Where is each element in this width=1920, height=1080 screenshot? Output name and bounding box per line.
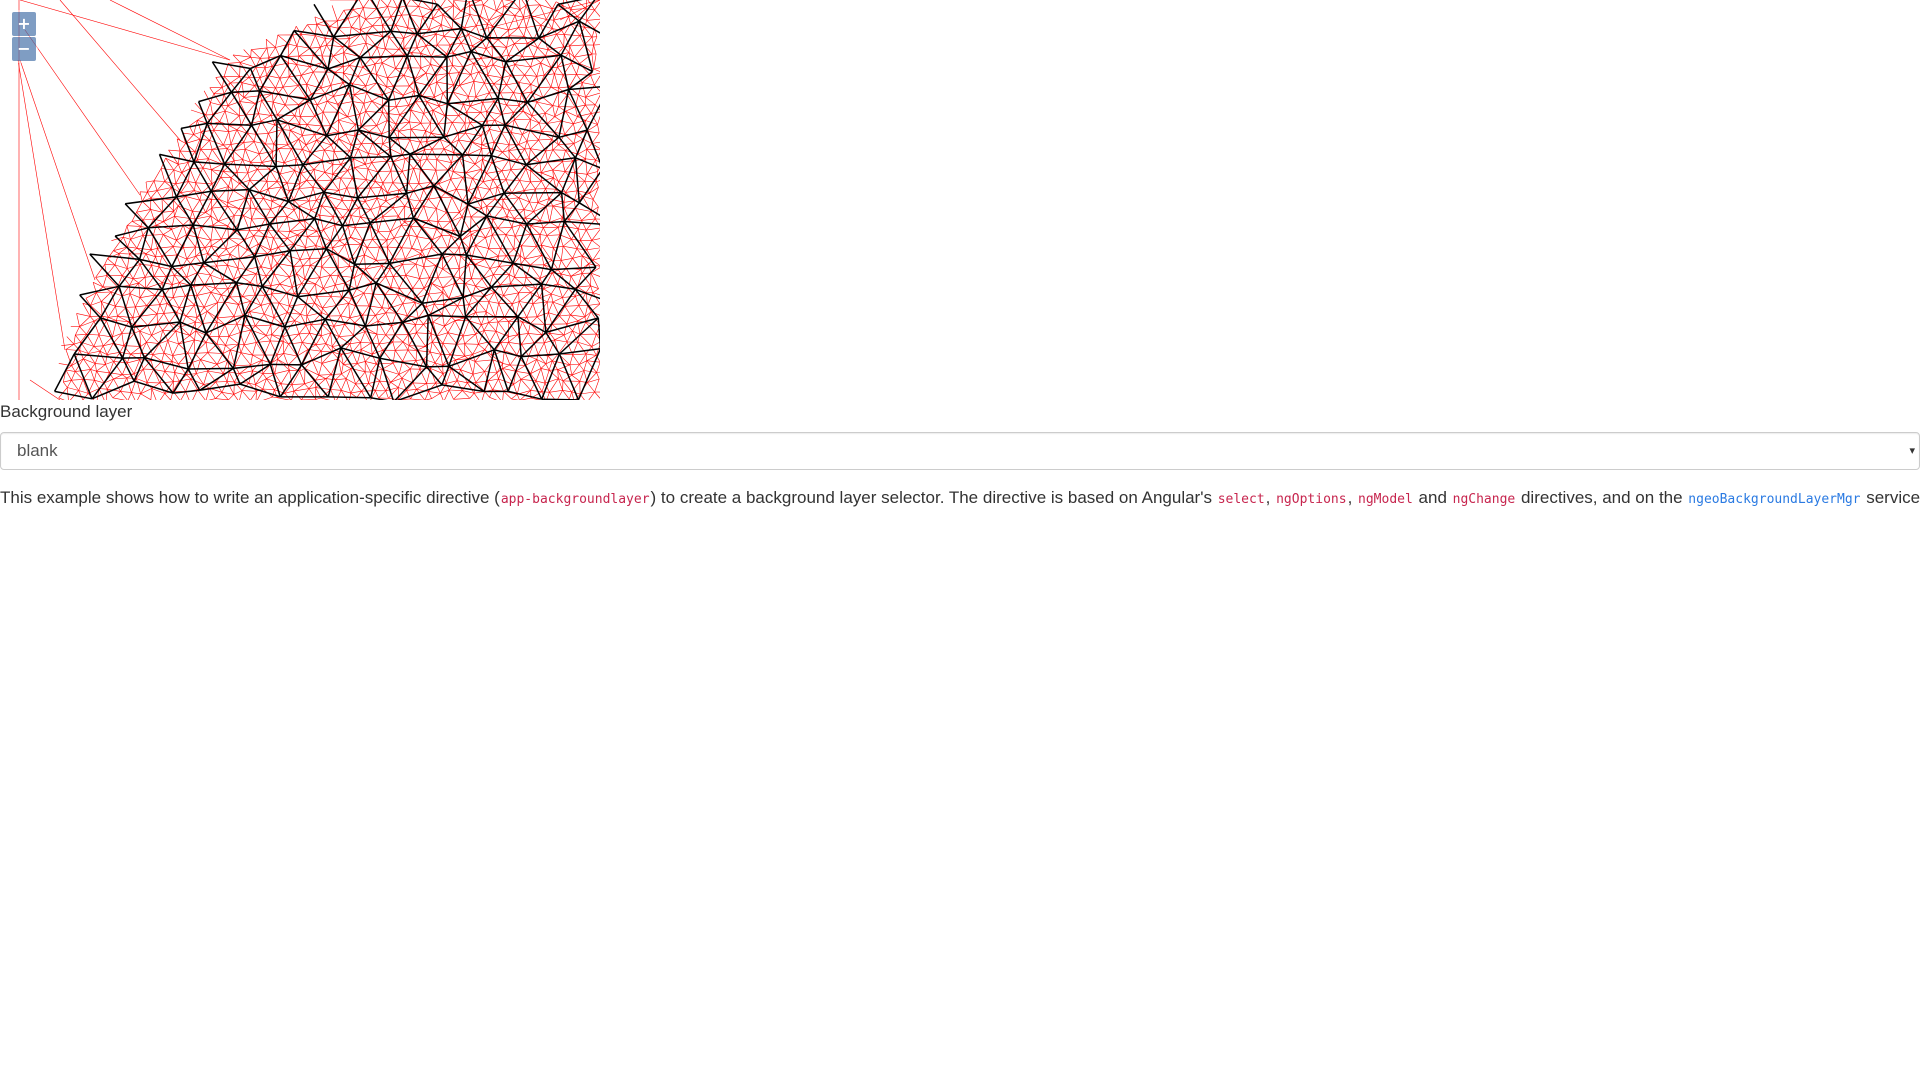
description-paragraph: This example shows how to write an appli… <box>0 486 1920 512</box>
triangulated-network-layer <box>17 0 600 400</box>
fine-mesh-lines <box>17 0 600 400</box>
desc-text: service. <box>1861 488 1920 507</box>
zoom-in-button[interactable]: + <box>12 12 36 36</box>
desc-text: and <box>1413 488 1452 507</box>
desc-text: This example shows how to write an appli… <box>0 488 500 507</box>
code-app-backgroundlayer: app-backgroundlayer <box>500 492 650 507</box>
caret-down-icon: ▾ <box>1909 445 1915 457</box>
desc-text: , <box>1265 488 1276 507</box>
desc-text: directives, and on the <box>1516 488 1688 507</box>
code-ngmodel: ngModel <box>1358 492 1413 507</box>
background-layer-label: Background layer <box>0 402 133 421</box>
selected-layer-value: blank <box>17 441 58 460</box>
background-layer-select[interactable]: blank ▾ <box>0 432 1920 470</box>
code-select: select <box>1217 492 1265 507</box>
desc-text: ) to create a background layer selector.… <box>650 488 1217 507</box>
zoom-control: + − <box>10 10 38 63</box>
zoom-out-button[interactable]: − <box>12 37 36 61</box>
code-ngeobackgroundlayermgr[interactable]: ngeoBackgroundLayerMgr <box>1687 492 1861 507</box>
desc-text: , <box>1347 488 1358 507</box>
code-ngoptions: ngOptions <box>1276 492 1347 507</box>
code-ngchange: ngChange <box>1452 492 1516 507</box>
map-viewport[interactable]: + − <box>0 0 600 400</box>
